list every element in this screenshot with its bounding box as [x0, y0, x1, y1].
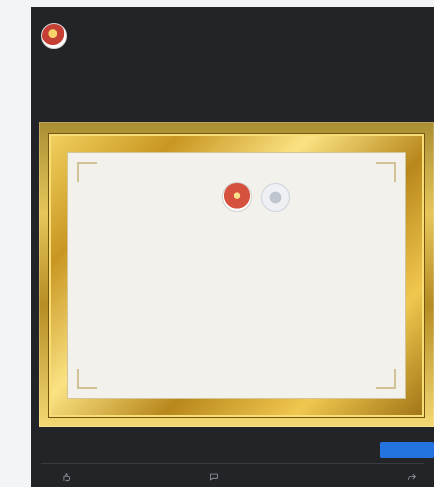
post-photo[interactable] [39, 122, 434, 427]
post-divider [41, 463, 424, 464]
comment-icon [210, 473, 218, 481]
comment-button[interactable] [209, 470, 224, 484]
emblem-right-icon [261, 183, 290, 212]
emblem-left-icon [222, 182, 252, 212]
page-avatar[interactable] [41, 23, 67, 49]
ornament-icon [77, 162, 97, 182]
like-button[interactable] [61, 470, 76, 484]
gold-frame [49, 134, 424, 417]
post-header [41, 23, 422, 57]
post-actions [61, 470, 422, 484]
call-to-action-button[interactable] [380, 442, 434, 458]
certificate-paper [67, 152, 406, 399]
post-link-row [47, 442, 434, 458]
ornament-icon [376, 162, 396, 182]
thumbs-up-icon [63, 473, 70, 482]
ornament-icon [376, 369, 396, 389]
ornament-icon [77, 369, 97, 389]
share-icon [408, 473, 416, 480]
social-post-card [31, 7, 434, 487]
share-button[interactable] [407, 470, 422, 484]
